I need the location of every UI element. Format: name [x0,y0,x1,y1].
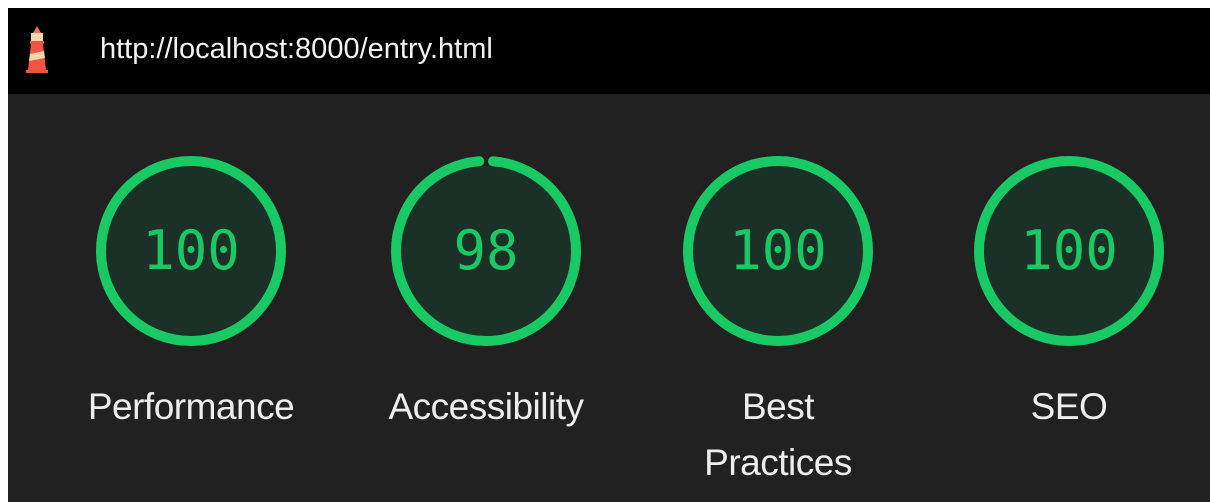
report-url[interactable]: http://localhost:8000/entry.html [100,8,493,94]
gauge-score: 100 [729,219,827,282]
gauge-score: 100 [1020,219,1118,282]
gauge-score: 98 [453,219,519,282]
category-label-accessibility: Accessibility [388,386,585,427]
lighthouse-report-panel: http://localhost:8000/entry.html 100 Per… [8,8,1210,502]
category-label-performance: Performance [87,386,295,427]
report-header: http://localhost:8000/entry.html [8,8,1210,94]
category-label-line: Best [741,386,815,427]
gauge-performance[interactable]: 100 [94,154,288,348]
gauge-score: 100 [142,219,240,282]
lighthouse-icon [26,26,48,73]
gauge-best-practices[interactable]: 100 [681,154,875,348]
gauge-accessibility[interactable]: 98 [389,154,583,348]
category-label-seo: SEO [1030,386,1108,427]
category-label-best-practices: Best Practices [648,379,908,491]
gauge-seo[interactable]: 100 [972,154,1166,348]
category-label-line: Practices [704,442,852,483]
